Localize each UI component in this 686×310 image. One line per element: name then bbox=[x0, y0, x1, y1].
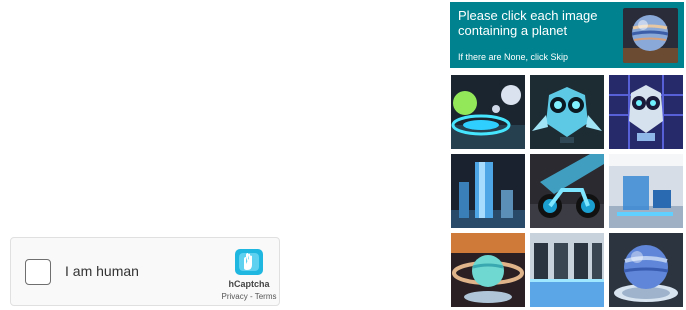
hcaptcha-widget: I am human hCaptcha Privacy - Terms bbox=[10, 237, 280, 306]
hcaptcha-brand: hCaptcha bbox=[228, 279, 270, 289]
widget-links: Privacy - Terms bbox=[211, 292, 287, 301]
challenge-hint: If there are None, click Skip bbox=[458, 52, 569, 62]
hcaptcha-logo-icon bbox=[233, 247, 265, 277]
human-checkbox[interactable] bbox=[25, 259, 51, 285]
robot-owl-image[interactable] bbox=[530, 75, 604, 149]
checkbox-label: I am human bbox=[65, 263, 139, 279]
terms-link[interactable]: Terms bbox=[255, 292, 277, 301]
neon-interior-room-image[interactable] bbox=[530, 233, 604, 307]
challenge-prompt: Please click each image containing a pla… bbox=[458, 8, 598, 38]
holographic-orb-rings-image[interactable] bbox=[451, 75, 525, 149]
futuristic-room-cube-image[interactable] bbox=[609, 154, 683, 228]
links-separator: - bbox=[247, 292, 255, 301]
neon-motorcycle-image[interactable] bbox=[530, 154, 604, 228]
planet-in-bowl-image[interactable] bbox=[609, 233, 683, 307]
circuit-owl-image[interactable] bbox=[609, 75, 683, 149]
challenge-panel: Please click each image containing a pla… bbox=[448, 0, 686, 310]
ringed-planet-image[interactable] bbox=[451, 233, 525, 307]
challenge-header: Please click each image containing a pla… bbox=[450, 2, 684, 68]
privacy-link[interactable]: Privacy bbox=[222, 292, 248, 301]
planet-example-image bbox=[623, 8, 678, 63]
glass-towers-image[interactable] bbox=[451, 154, 525, 228]
